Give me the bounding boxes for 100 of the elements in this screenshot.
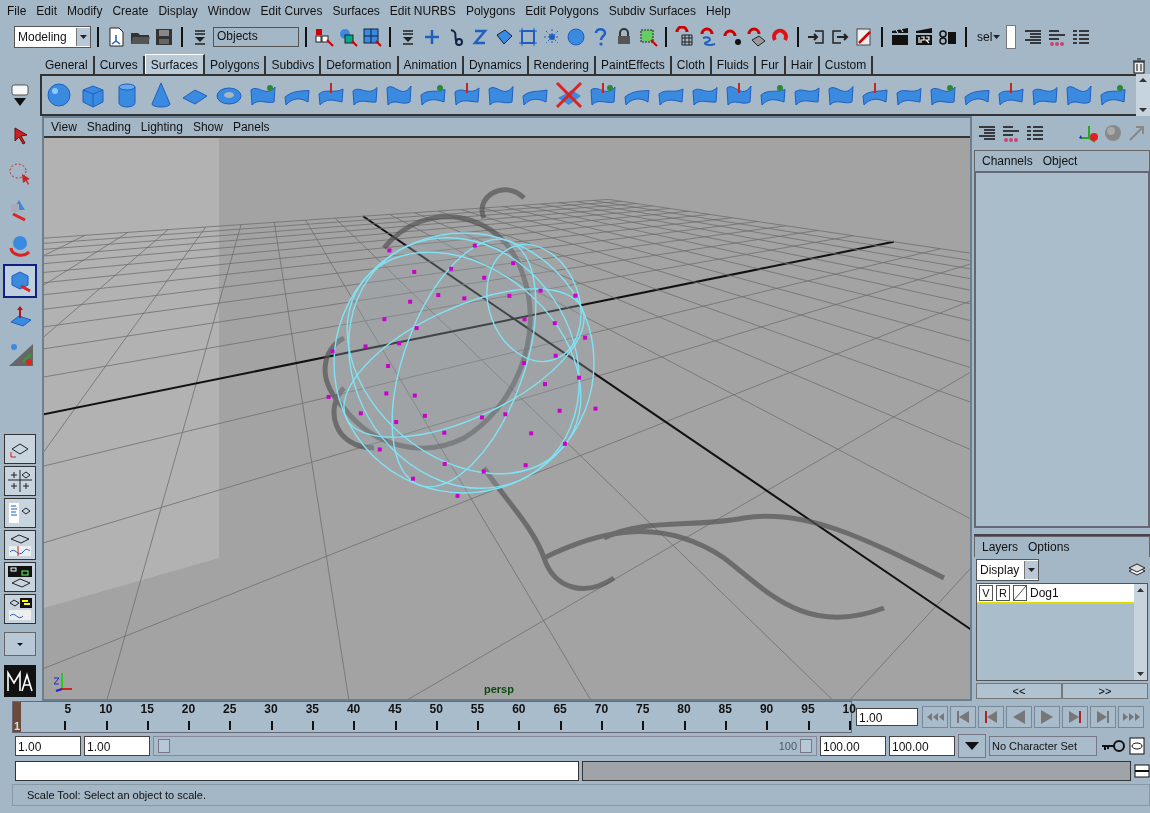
playback-button[interactable] bbox=[1090, 706, 1116, 728]
menu-item[interactable]: Edit bbox=[31, 4, 63, 18]
panel-layout-button[interactable] bbox=[4, 466, 36, 496]
frame-label: 80 bbox=[677, 702, 691, 716]
menu-item[interactable]: Create bbox=[107, 4, 154, 18]
trax-layout-icon bbox=[7, 597, 33, 621]
panel-menu-item[interactable]: Shading bbox=[81, 120, 136, 134]
shelf-tab[interactable]: Surfaces bbox=[144, 54, 206, 74]
menu-item[interactable]: Display bbox=[153, 4, 203, 18]
logo-icon bbox=[4, 665, 36, 697]
frame-label: 65 bbox=[553, 702, 567, 716]
layer-nav-button[interactable]: >> bbox=[1062, 683, 1148, 699]
frame-icon[interactable] bbox=[517, 26, 539, 48]
panel-layout-button[interactable] bbox=[4, 498, 36, 528]
caret-icon bbox=[17, 642, 23, 646]
shelf-menu-icon[interactable] bbox=[14, 98, 26, 106]
channel-box-menu-item[interactable]: Object bbox=[1037, 154, 1083, 168]
character-set-field[interactable]: No Character Set bbox=[989, 736, 1097, 756]
playback-button[interactable] bbox=[978, 706, 1004, 728]
four-view-layout-icon bbox=[7, 469, 33, 493]
range-start-field[interactable]: 1.00 bbox=[84, 736, 150, 756]
frame-label: 85 bbox=[718, 702, 732, 716]
viewport[interactable]: persp bbox=[44, 138, 970, 699]
playback-button[interactable] bbox=[1034, 706, 1060, 728]
panel-layout-button[interactable] bbox=[4, 434, 36, 464]
layer-mode-dropdown[interactable]: Display bbox=[976, 559, 1039, 581]
playback-button[interactable] bbox=[1062, 706, 1088, 728]
shading-ball-icon[interactable] bbox=[1102, 122, 1124, 144]
menu-item[interactable]: Help bbox=[701, 4, 736, 18]
panel-layout-button[interactable] bbox=[4, 530, 36, 560]
layer-menu-item[interactable]: Options bbox=[1023, 540, 1075, 554]
menu-item[interactable]: Subdiv Surfaces bbox=[603, 4, 702, 18]
current-frame-marker[interactable]: 1 bbox=[13, 702, 21, 732]
panel-menu-item[interactable]: Show bbox=[187, 120, 228, 134]
ipr-clapboard-icon[interactable] bbox=[913, 26, 935, 48]
frame-label: 30 bbox=[264, 702, 278, 716]
snap-surface-icon[interactable] bbox=[745, 26, 767, 48]
panel-layout-button[interactable] bbox=[4, 562, 36, 592]
playback-button[interactable] bbox=[1006, 706, 1032, 728]
input-line-field[interactable] bbox=[1006, 25, 1017, 49]
caret-icon bbox=[993, 35, 1001, 39]
playback-button[interactable] bbox=[922, 706, 948, 728]
more-layouts-button[interactable] bbox=[4, 632, 36, 656]
layer-menu-item[interactable]: Layers bbox=[977, 540, 1024, 554]
channel-box-menu-item[interactable]: Channels bbox=[977, 154, 1038, 168]
caret-icon bbox=[80, 35, 87, 39]
box-select-icon[interactable] bbox=[637, 26, 659, 48]
frame-label: 40 bbox=[346, 702, 361, 716]
layer-row[interactable]: V R Dog1 bbox=[977, 584, 1134, 604]
panel-menu-item[interactable]: View bbox=[46, 120, 82, 134]
panel-layout-button[interactable] bbox=[4, 594, 36, 624]
trash-icon[interactable] bbox=[1132, 58, 1146, 74]
frame-label: 50 bbox=[429, 702, 443, 716]
layer-nav-button[interactable]: << bbox=[976, 683, 1062, 699]
range-handle[interactable] bbox=[158, 739, 170, 753]
menu-item[interactable]: Polygons bbox=[460, 4, 521, 18]
sphere-select-icon[interactable] bbox=[565, 26, 587, 48]
menu-item[interactable]: Surfaces bbox=[327, 4, 385, 18]
x-mark-icon[interactable] bbox=[554, 80, 584, 110]
layer-color-icon[interactable] bbox=[1013, 585, 1027, 601]
range-end-label: 100 bbox=[778, 740, 797, 752]
start-time-field[interactable]: 1.00 bbox=[15, 736, 81, 756]
frame-label: 75 bbox=[636, 702, 650, 716]
menu-set-dropdown[interactable]: Modeling bbox=[14, 26, 91, 48]
range-handle[interactable] bbox=[800, 739, 812, 753]
panel-menu-item[interactable]: Panels bbox=[227, 120, 275, 134]
frame-label: 35 bbox=[305, 702, 319, 716]
object-select-icon[interactable] bbox=[337, 26, 359, 48]
menu-item[interactable]: Edit NURBS bbox=[384, 4, 461, 18]
clapboard-icon[interactable] bbox=[889, 26, 911, 48]
playback-button[interactable] bbox=[950, 706, 976, 728]
selection-field[interactable]: Objects bbox=[213, 27, 299, 47]
panel-menu-item[interactable]: Lighting bbox=[135, 120, 188, 134]
visibility-toggle[interactable]: V bbox=[979, 585, 993, 601]
menu-item[interactable]: Edit Curves bbox=[255, 4, 328, 18]
hierarchy-select-icon[interactable] bbox=[313, 26, 335, 48]
graph-editor-layout-icon bbox=[7, 533, 33, 557]
frame-label: 5 bbox=[64, 702, 72, 716]
snap-grid-icon[interactable] bbox=[673, 26, 695, 48]
current-time-field[interactable]: 1.00 bbox=[856, 708, 918, 726]
frame-label: 20 bbox=[181, 702, 196, 716]
menu-item[interactable]: File bbox=[2, 4, 32, 18]
sphere-icon[interactable] bbox=[44, 80, 74, 110]
outliner-layout-icon bbox=[7, 501, 33, 525]
character-menu-button[interactable] bbox=[958, 734, 986, 758]
range-end-field[interactable]: 100.00 bbox=[820, 736, 886, 756]
render-selector[interactable]: sel bbox=[977, 30, 993, 44]
command-line-field[interactable] bbox=[15, 761, 579, 781]
tool-button[interactable] bbox=[3, 264, 37, 298]
menu-item[interactable]: Edit Polygons bbox=[520, 4, 604, 18]
frame-label: 55 bbox=[470, 702, 485, 716]
component-select-icon[interactable] bbox=[361, 26, 383, 48]
menu-item[interactable]: Modify bbox=[62, 4, 108, 18]
key-icon[interactable] bbox=[1100, 738, 1126, 754]
range-slider[interactable]: 100 bbox=[154, 737, 816, 755]
camera-label: persp bbox=[484, 683, 514, 695]
end-time-field[interactable]: 100.00 bbox=[889, 736, 955, 756]
playback-button[interactable] bbox=[1118, 706, 1144, 728]
render-toggle[interactable]: R bbox=[996, 585, 1010, 601]
menu-item[interactable]: Window bbox=[202, 4, 256, 18]
